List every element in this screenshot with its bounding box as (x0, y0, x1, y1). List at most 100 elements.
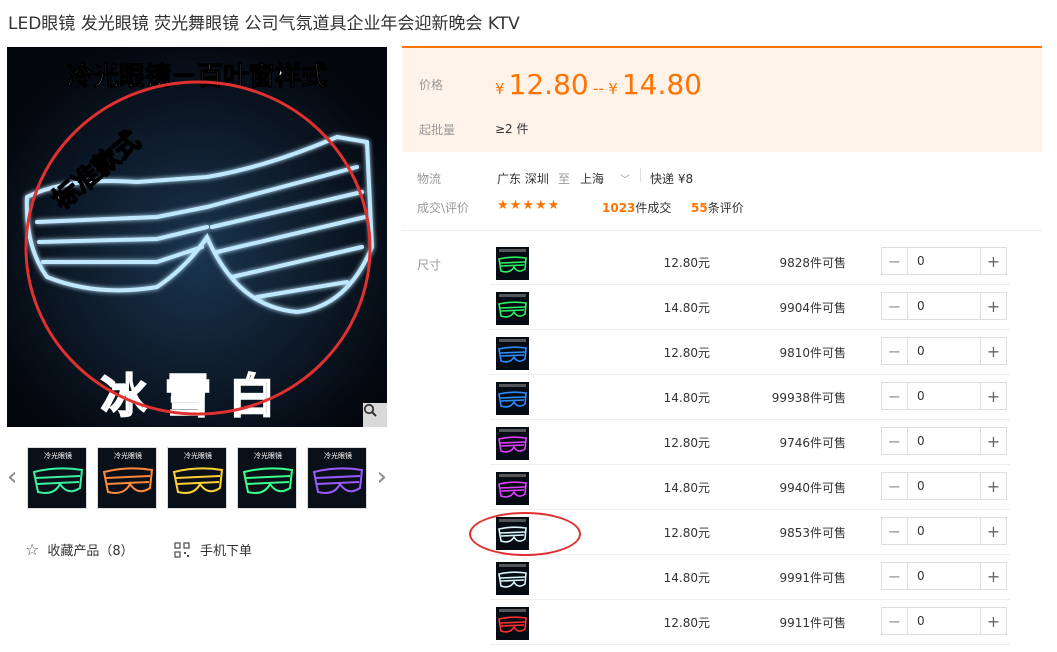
quantity-stepper: −0 + (881, 247, 1007, 275)
review-count: 55 (691, 201, 708, 215)
quantity-input[interactable]: 0 (908, 293, 980, 319)
plus-button[interactable]: + (980, 293, 1006, 319)
moq-value: ≥2 件 (495, 122, 529, 136)
glasses-thumb-icon (498, 429, 527, 453)
ship-from: 广东 深圳 (497, 172, 549, 186)
quantity-input[interactable]: 0 (908, 428, 980, 454)
sku-row: 12.80元 9911件可售 −0 + (490, 600, 1010, 645)
sku-stock-suffix: 件可售 (809, 481, 846, 495)
rating-stars: ★★★★★ (497, 198, 561, 213)
sku-stock-count: 9904 (779, 301, 810, 315)
image-caption-top: 冷光眼镜－百叶窗样式 (67, 61, 327, 92)
sku-thumbnail[interactable] (496, 472, 529, 505)
plus-button[interactable]: + (980, 428, 1006, 454)
sku-row: 14.80元 9991件可售 −0 + (490, 555, 1010, 600)
sold-suffix: 件成交 (635, 201, 672, 215)
sku-thumbnail[interactable] (496, 427, 529, 460)
favorite-button[interactable]: ☆ 收藏产品（8） (25, 540, 134, 559)
currency-symbol: ¥ (495, 80, 505, 98)
sku-thumbnail[interactable] (496, 607, 529, 640)
deals-label: 成交\评价 (417, 201, 470, 215)
sku-stock: 9828件可售 (740, 254, 846, 271)
minus-button[interactable]: − (882, 338, 908, 364)
svg-text:冷光眼镜: 冷光眼镜 (254, 451, 282, 460)
sku-stock-count: 9746 (779, 436, 810, 450)
glasses-thumb-icon (498, 384, 527, 408)
sku-row: 14.80元 99938件可售 −0 + (490, 375, 1010, 420)
quantity-input[interactable]: 0 (908, 563, 980, 589)
sku-row: 12.80元 9810件可售 −0 + (490, 330, 1010, 375)
minus-button[interactable]: − (882, 473, 908, 499)
quantity-stepper: −0 + (881, 292, 1007, 320)
main-product-image[interactable]: 冷光眼镜－百叶窗样式 标准款式 冰雪白 (7, 47, 387, 427)
svg-text:冷光眼镜: 冷光眼镜 (324, 451, 352, 460)
sku-price: 12.80元 (663, 346, 710, 360)
sku-thumbnail[interactable] (496, 337, 529, 370)
favorite-label: 收藏产品（8） (47, 544, 134, 559)
quantity-input[interactable]: 0 (908, 518, 980, 544)
minus-button[interactable]: − (882, 518, 908, 544)
sku-stock: 9853件可售 (740, 524, 846, 541)
sku-price: 12.80元 (663, 616, 710, 630)
quantity-input[interactable]: 0 (908, 248, 980, 274)
minus-button[interactable]: − (882, 293, 908, 319)
svg-text:冷光眼镜: 冷光眼镜 (184, 451, 212, 460)
quantity-input[interactable]: 0 (908, 473, 980, 499)
quantity-input[interactable]: 0 (908, 383, 980, 409)
sku-stock-count: 9853 (779, 526, 810, 540)
sku-stock: 9810件可售 (740, 344, 846, 361)
sold-info[interactable]: 1023件成交 (602, 199, 671, 216)
thumbnail-2[interactable]: 冷光眼镜 (97, 447, 157, 509)
sku-stock-suffix: 件可售 (809, 436, 846, 450)
quantity-input[interactable]: 0 (908, 608, 980, 634)
sku-stock-suffix: 件可售 (809, 301, 846, 315)
zoom-button[interactable] (363, 403, 387, 427)
sku-thumbnail[interactable] (496, 562, 529, 595)
sku-row: 12.80元 9746件可售 −0 + (490, 420, 1010, 465)
plus-button[interactable]: + (980, 473, 1006, 499)
plus-button[interactable]: + (980, 608, 1006, 634)
plus-button[interactable]: + (980, 518, 1006, 544)
thumbnail-1[interactable]: 冷光眼镜 (27, 447, 87, 509)
plus-button[interactable]: + (980, 563, 1006, 589)
sku-thumbnail[interactable] (496, 292, 529, 325)
section-divider (402, 230, 1042, 231)
ship-to-city: 上海 (580, 172, 605, 186)
minus-button[interactable]: − (882, 383, 908, 409)
thumbnail-4[interactable]: 冷光眼镜 (237, 447, 297, 509)
sku-stock-suffix: 件可售 (809, 391, 846, 405)
minus-button[interactable]: − (882, 608, 908, 634)
sku-price: 12.80元 (663, 436, 710, 450)
red-ellipse-annotation (469, 512, 581, 556)
thumb-next-arrow-icon[interactable]: › (377, 462, 387, 492)
sku-stock-count: 9828 (779, 256, 810, 270)
sku-stock-suffix: 件可售 (809, 616, 846, 630)
size-label: 尺寸 (417, 258, 442, 272)
review-info[interactable]: 55条评价 (691, 199, 744, 216)
plus-button[interactable]: + (980, 338, 1006, 364)
quantity-input[interactable]: 0 (908, 338, 980, 364)
quantity-stepper: −0 + (881, 472, 1007, 500)
price-max: 14.80 (621, 68, 702, 101)
sku-thumbnail[interactable] (496, 247, 529, 280)
sku-stock-count: 99938 (771, 391, 810, 405)
thumbnail-3[interactable]: 冷光眼镜 (167, 447, 227, 509)
row-divider (490, 644, 1010, 645)
thumbnail-5[interactable]: 冷光眼镜 (307, 447, 367, 509)
sku-stock-suffix: 件可售 (809, 256, 846, 270)
sku-stock: 9746件可售 (740, 434, 846, 451)
glasses-thumb-icon (498, 609, 527, 633)
review-suffix: 条评价 (707, 201, 744, 215)
minus-button[interactable]: − (882, 563, 908, 589)
plus-button[interactable]: + (980, 383, 1006, 409)
mobile-order-button[interactable]: 手机下单 (174, 540, 252, 559)
thumb-prev-arrow-icon[interactable]: ‹ (7, 462, 17, 492)
sku-thumbnail[interactable] (496, 382, 529, 415)
mobile-order-label: 手机下单 (200, 544, 253, 559)
sku-row: 14.80元 9904件可售 −0 + (490, 285, 1010, 330)
minus-button[interactable]: − (882, 428, 908, 454)
plus-button[interactable]: + (980, 248, 1006, 274)
sku-stock-count: 9940 (779, 481, 810, 495)
minus-button[interactable]: − (882, 248, 908, 274)
ship-to-select[interactable]: 上海 ﹀ (580, 170, 630, 187)
